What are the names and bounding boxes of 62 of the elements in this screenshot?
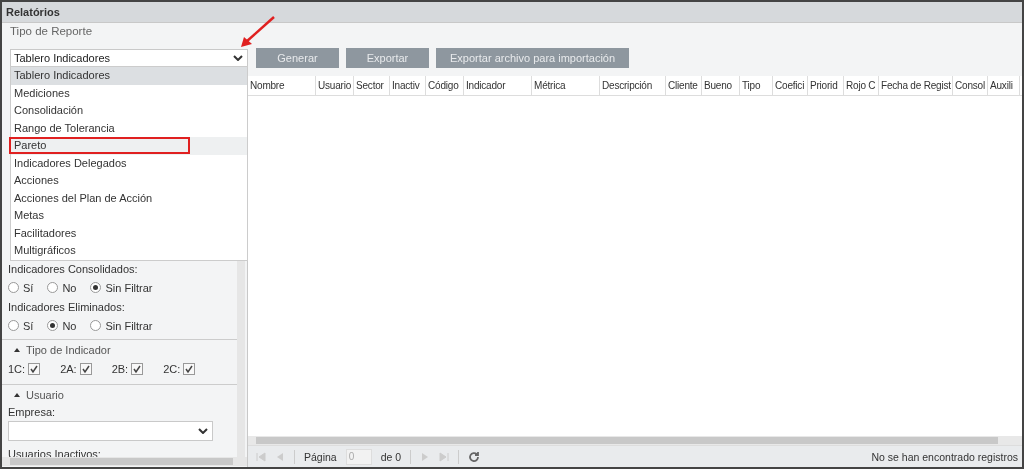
- dropdown-option[interactable]: Rango de Tolerancia: [11, 119, 247, 137]
- filter-label: Indicadores Consolidados:: [8, 262, 139, 277]
- column-header[interactable]: Cliente: [666, 76, 702, 95]
- dropdown-option[interactable]: Tablero Indicadores: [11, 67, 247, 85]
- checkbox-option[interactable]: 2C:: [163, 363, 196, 375]
- refresh-icon[interactable]: [468, 450, 481, 463]
- column-header[interactable]: Usuario: [316, 76, 354, 95]
- column-header[interactable]: Auxili: [988, 76, 1020, 95]
- scrollbar[interactable]: [248, 436, 1022, 445]
- column-header[interactable]: Inactiv: [390, 76, 426, 95]
- section-legend: Usuario: [26, 389, 64, 401]
- collapse-icon[interactable]: [14, 393, 20, 397]
- column-header[interactable]: Descripción: [600, 76, 666, 95]
- radio-option[interactable]: No: [47, 319, 77, 332]
- status-text: No se han encontrado registros: [871, 450, 1018, 463]
- radio-option[interactable]: Sí: [8, 281, 34, 294]
- scrollbar[interactable]: [2, 457, 247, 466]
- checkbox-option[interactable]: 2B:: [111, 363, 144, 375]
- column-header[interactable]: Métrica: [532, 76, 600, 95]
- section-legend: Tipo de Indicador: [26, 344, 111, 356]
- column-header[interactable]: Priorid: [808, 76, 844, 95]
- dropdown-option[interactable]: Consolidación: [11, 102, 247, 120]
- page-count: de 0: [380, 450, 402, 463]
- dropdown-option[interactable]: Acciones: [11, 172, 247, 190]
- checkmark-icon: [29, 364, 40, 374]
- field-label: Empresa:: [8, 405, 57, 420]
- checkbox-option[interactable]: 2A:: [60, 363, 92, 375]
- column-header[interactable]: Sector: [354, 76, 390, 95]
- checkmark-icon: [184, 364, 195, 374]
- dropdown-option[interactable]: Metas: [11, 207, 247, 225]
- column-header[interactable]: Bueno: [702, 76, 740, 95]
- page-label: Página: [304, 450, 337, 463]
- radio-option[interactable]: Sin Filtrar: [90, 319, 153, 332]
- column-header[interactable]: Coefici: [773, 76, 808, 95]
- column-header[interactable]: Código: [426, 76, 464, 95]
- filter-label: Indicadores Eliminados:: [8, 300, 126, 315]
- chevron-down-icon: [198, 428, 208, 434]
- column-header[interactable]: Indicador: [464, 76, 532, 95]
- dropdown-option[interactable]: Indicadores Delegados: [11, 154, 247, 172]
- radio-option[interactable]: Sí: [8, 319, 34, 332]
- column-header[interactable]: Consol: [953, 76, 988, 95]
- window-title: Relatórios: [6, 6, 60, 18]
- dropdown-option[interactable]: Multigráficos: [11, 242, 247, 260]
- collapse-icon[interactable]: [14, 348, 20, 352]
- checkbox-option[interactable]: 1C:: [8, 363, 41, 375]
- column-header[interactable]: Tipo: [740, 76, 773, 95]
- company-select[interactable]: [8, 421, 213, 441]
- checkmark-icon: [132, 364, 143, 374]
- report-type-select[interactable]: Tablero Indicadores: [10, 49, 248, 67]
- last-page-icon[interactable]: [439, 451, 450, 462]
- dropdown-option[interactable]: Facilitadores: [11, 224, 247, 242]
- first-page-icon[interactable]: [256, 451, 266, 462]
- dropdown-option[interactable]: Mediciones: [11, 84, 247, 102]
- section-legend: Tipo de Reporte: [10, 25, 93, 37]
- column-header[interactable]: Fecha de Regist: [879, 76, 953, 95]
- dropdown-option[interactable]: Acciones del Plan de Acción: [11, 189, 247, 207]
- radio-option[interactable]: Sin Filtrar: [90, 281, 153, 294]
- column-header[interactable]: Rojo C: [844, 76, 879, 95]
- radio-option[interactable]: No: [47, 281, 77, 294]
- checkmark-icon: [80, 364, 91, 374]
- chevron-down-icon: [233, 55, 243, 61]
- previous-page-icon[interactable]: [275, 451, 285, 462]
